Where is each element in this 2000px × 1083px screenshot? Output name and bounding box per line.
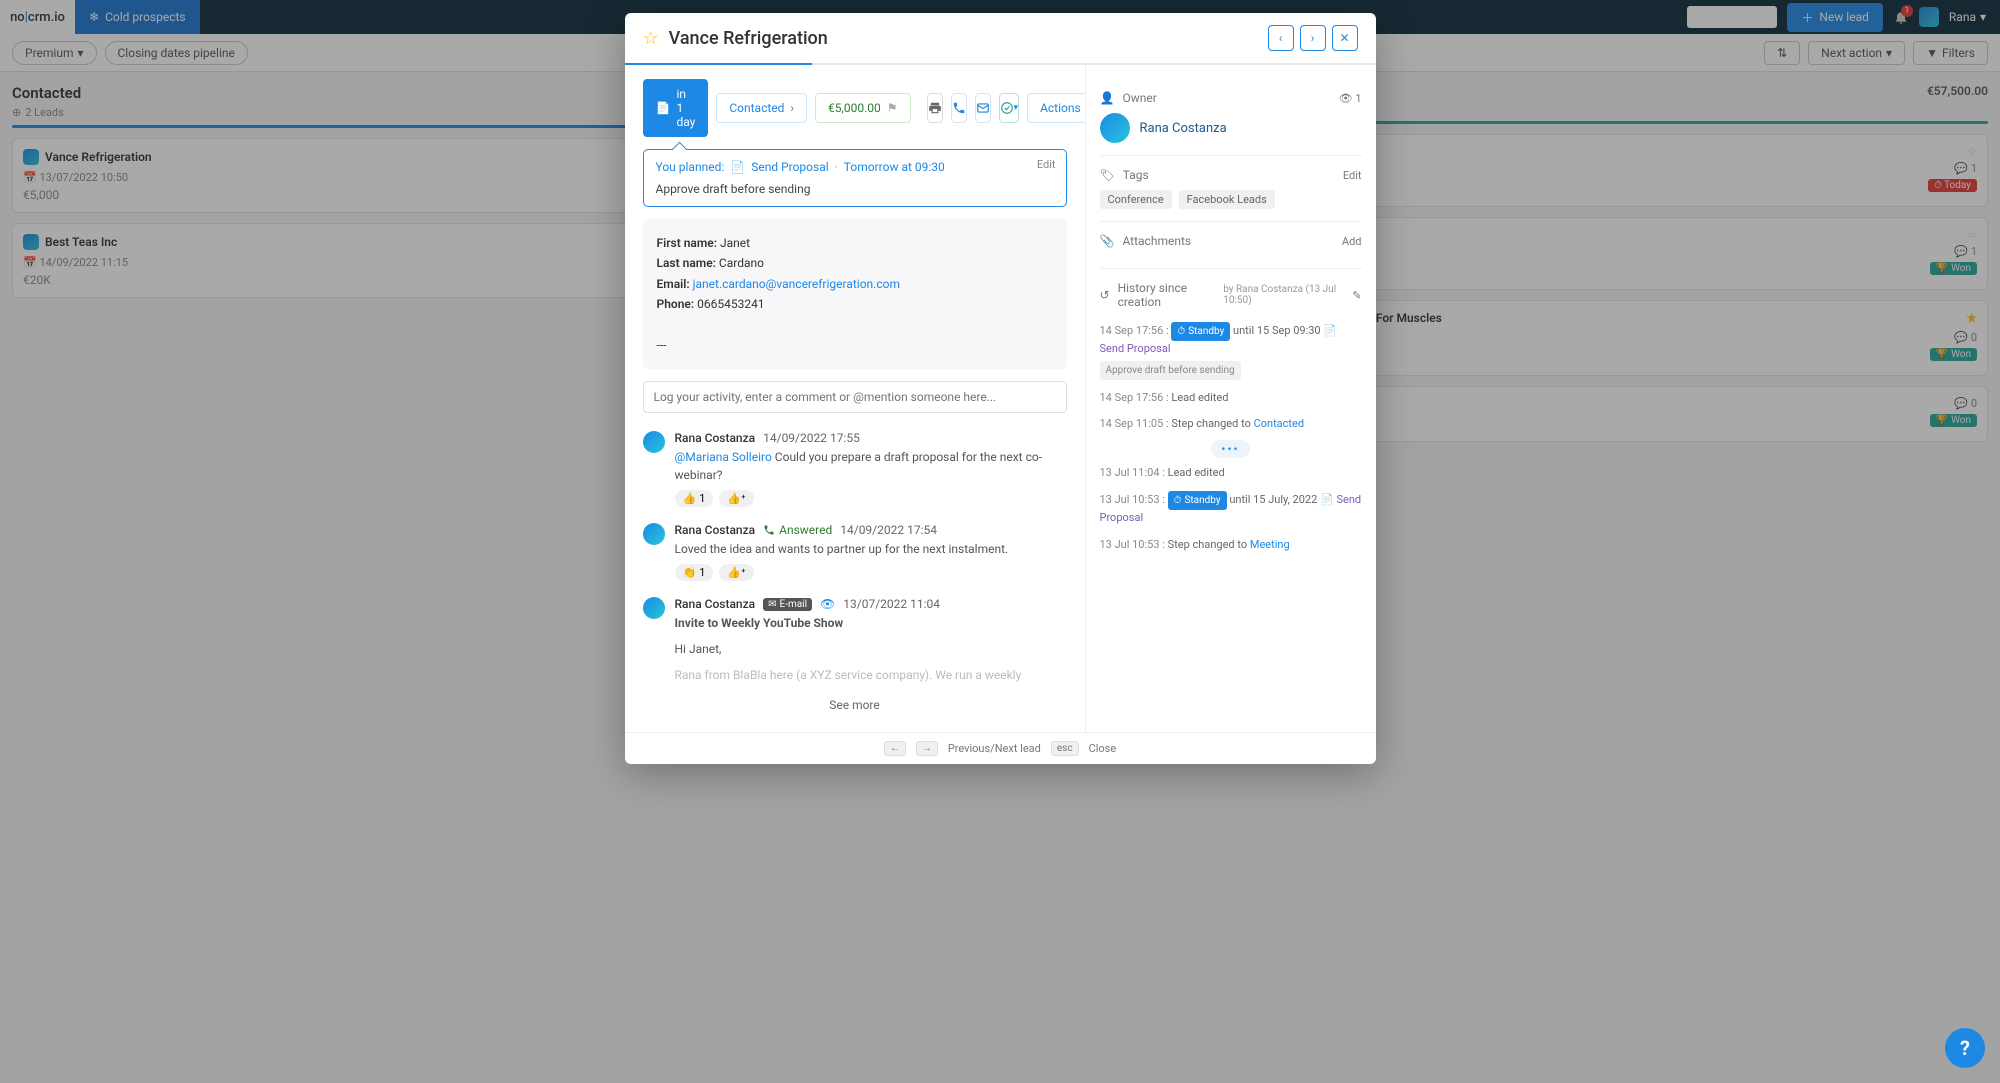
eye-icon: 👁 [820, 597, 835, 611]
modal-left-panel: 📄in 1 day Contacted › €5,000.00 ⚑ ▾ Acti… [625, 65, 1086, 732]
email-badge: ✉ E-mail [763, 598, 812, 611]
next-button[interactable]: › [1300, 25, 1326, 51]
user-icon: 👤 [1100, 91, 1115, 105]
reaction[interactable]: 👍 1 [675, 490, 714, 507]
avatar [643, 431, 665, 453]
actions-dropdown[interactable]: Actions ▾ [1027, 93, 1085, 123]
chevron-right-icon: › [790, 101, 794, 115]
prev-button[interactable]: ‹ [1268, 25, 1294, 51]
doc-icon: 📄 [730, 160, 745, 174]
modal-overlay: ☆ Vance Refrigeration ‹ › ✕ 📄in 1 day Co… [0, 0, 2000, 1083]
history-edit[interactable]: ✎ [1352, 289, 1361, 302]
tags-edit[interactable]: Edit [1343, 169, 1362, 182]
planned-box: You planned: 📄 Send Proposal · Tomorrow … [643, 149, 1067, 207]
arrow-left-key: ← [884, 741, 906, 756]
status-chip[interactable]: Contacted › [716, 93, 807, 123]
answered-badge: Answered [763, 523, 832, 537]
planned-edit[interactable]: Edit [1037, 158, 1056, 171]
tag[interactable]: Conference [1100, 190, 1172, 209]
owner-name[interactable]: Rana Costanza [1140, 121, 1227, 136]
arrow-right-key: → [916, 741, 938, 756]
add-reaction[interactable]: 👍⁺ [719, 490, 753, 507]
footer-prevnext-label: Previous/Next lead [948, 742, 1041, 755]
feed-item: Rana Costanza ✉ E-mail 👁 13/07/2022 11:0… [643, 589, 1067, 692]
tag-icon: 🏷 [1100, 168, 1115, 182]
print-button[interactable] [927, 93, 943, 123]
history-item: 13 Jul 10:53 : ⏱ Standby until 15 July, … [1100, 486, 1362, 532]
history-item: 14 Sep 11:05 : Step changed to Contacted [1100, 411, 1362, 438]
close-button[interactable]: ✕ [1332, 25, 1358, 51]
history-item: 14 Sep 17:56 : ⏱ Standby until 15 Sep 09… [1100, 317, 1362, 385]
history-more[interactable]: ••• [1100, 438, 1362, 460]
history-item: 13 Jul 11:04 : Lead edited [1100, 460, 1362, 487]
history-item: 14 Sep 17:56 : Lead edited [1100, 385, 1362, 412]
amount-chip[interactable]: €5,000.00 ⚑ [815, 93, 911, 123]
contact-details: First name: Janet Last name: Cardano Ema… [643, 219, 1067, 369]
esc-key: esc [1051, 741, 1079, 756]
feed-item: Rana Costanza14/09/2022 17:55 @Mariana S… [643, 423, 1067, 515]
star-icon[interactable]: ☆ [643, 28, 659, 49]
planned-note: Approve draft before sending [656, 182, 1054, 196]
mention-link[interactable]: @Mariana Solleiro [675, 450, 772, 464]
modal-footer: ← → Previous/Next lead esc Close [625, 732, 1376, 764]
doc-icon: 📄 [656, 101, 671, 115]
activity-log-input[interactable] [643, 381, 1067, 413]
email-button[interactable] [975, 93, 991, 123]
history-item: 13 Jul 10:53 : Step changed to Meeting [1100, 532, 1362, 559]
attachment-icon: 📎 [1100, 234, 1115, 248]
help-fab[interactable]: ? [1945, 1028, 1985, 1068]
email-link[interactable]: janet.cardano@vancerefrigeration.com [693, 277, 900, 291]
see-more[interactable]: See more [643, 692, 1067, 718]
attach-add[interactable]: Add [1342, 235, 1362, 248]
add-reaction[interactable]: 👍⁺ [719, 564, 753, 581]
planned-label: You planned: [656, 160, 725, 174]
modal-header: ☆ Vance Refrigeration ‹ › ✕ [625, 13, 1376, 65]
avatar [643, 597, 665, 619]
check-dropdown[interactable]: ▾ [999, 93, 1020, 123]
call-button[interactable] [951, 93, 967, 123]
modal-right-panel: 👤Owner👁 1 Rana Costanza 🏷TagsEdit Confer… [1086, 65, 1376, 732]
watchers[interactable]: 👁 1 [1339, 92, 1362, 105]
flag-icon: ⚑ [887, 101, 898, 115]
lead-modal: ☆ Vance Refrigeration ‹ › ✕ 📄in 1 day Co… [625, 13, 1376, 764]
history-icon: ↺ [1100, 288, 1110, 302]
avatar [643, 523, 665, 545]
modal-title: Vance Refrigeration [669, 28, 828, 49]
tag[interactable]: Facebook Leads [1179, 190, 1275, 209]
owner-avatar [1100, 113, 1130, 143]
due-chip[interactable]: 📄in 1 day [643, 79, 709, 137]
planned-activity: Send Proposal [751, 160, 828, 174]
feed-item: Rana Costanza Answered 14/09/2022 17:54 … [643, 515, 1067, 589]
reaction[interactable]: 👏 1 [675, 564, 714, 581]
planned-when: Tomorrow at 09:30 [844, 160, 945, 174]
footer-close-label[interactable]: Close [1089, 742, 1117, 755]
